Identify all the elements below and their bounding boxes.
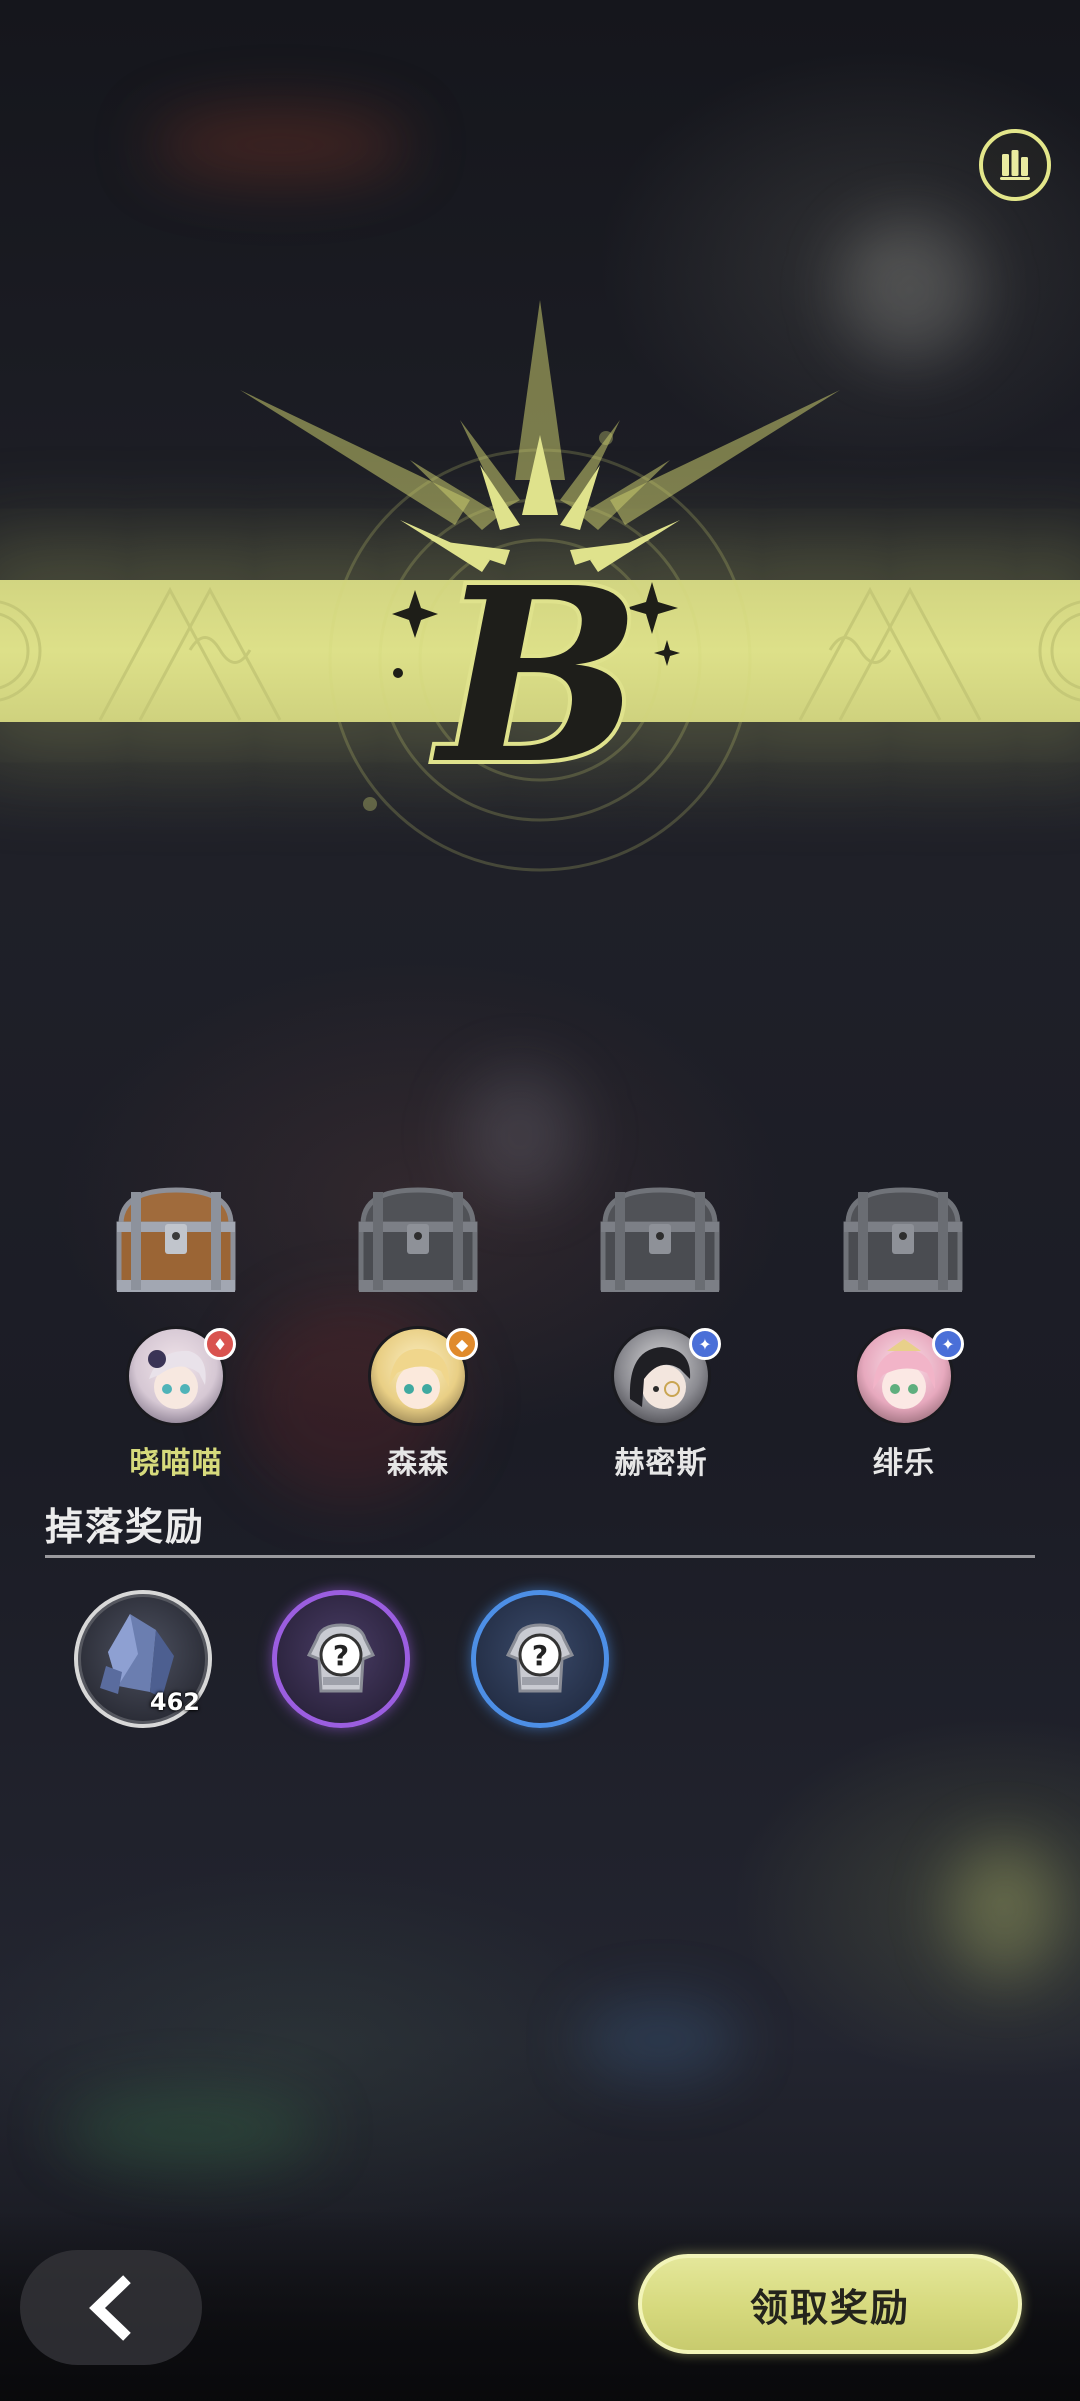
element-fire-icon: ♦: [204, 1328, 236, 1360]
character-slot[interactable]: ♦ 晓喵喵: [76, 1326, 276, 1481]
character-name: 绯乐: [873, 1446, 935, 1481]
treasure-chest-gold-icon: [116, 1187, 236, 1292]
result-screen: B ♦ 晓喵喵 ◆ 森森 ✦ 赫密斯 ✦ 绯乐 掉落奖励 462 ? ? 领取奖…: [0, 0, 1080, 2401]
character-slot[interactable]: ✦ 赫密斯: [561, 1326, 761, 1481]
character-name: 赫密斯: [614, 1446, 708, 1481]
character-slot[interactable]: ✦ 绯乐: [804, 1326, 1004, 1481]
rewards-title: 掉落奖励: [45, 1505, 206, 1549]
rewards-divider: [45, 1555, 1035, 1558]
background-blur: [60, 2090, 320, 2170]
stats-button[interactable]: [979, 129, 1051, 201]
svg-text:?: ?: [532, 1639, 548, 1672]
background-blur: [840, 220, 980, 360]
chevron-left-icon: [89, 2274, 131, 2341]
background-blur: [950, 1840, 1060, 1980]
treasure-chest-grey-icon: [600, 1187, 720, 1292]
element-water-icon: ✦: [932, 1328, 964, 1360]
reward-count: 462: [149, 1688, 200, 1716]
mystery-armor-icon: ?: [306, 1623, 376, 1693]
bar-chart-icon: [1000, 150, 1030, 180]
treasure-chest-grey-icon: [358, 1187, 478, 1292]
element-water-icon: ✦: [689, 1328, 721, 1360]
mystery-armor-icon: ?: [505, 1623, 575, 1693]
treasure-chest-grey-icon: [843, 1187, 963, 1292]
background-blur: [580, 2000, 740, 2080]
character-name: 森森: [387, 1446, 449, 1481]
grade-letter: B: [433, 535, 642, 817]
grade-emblem: B: [240, 300, 840, 872]
background-blur: [150, 110, 410, 180]
back-button[interactable]: [20, 2250, 202, 2365]
reward-item[interactable]: 462: [74, 1590, 212, 1728]
reward-item[interactable]: ?: [471, 1590, 609, 1728]
claim-rewards-button[interactable]: 领取奖励: [638, 2254, 1022, 2354]
background-blur: [460, 1070, 580, 1200]
character-name: 晓喵喵: [129, 1446, 223, 1481]
reward-item[interactable]: ?: [272, 1590, 410, 1728]
element-rock-icon: ◆: [446, 1328, 478, 1360]
character-slot[interactable]: ◆ 森森: [318, 1326, 518, 1481]
svg-text:?: ?: [333, 1639, 349, 1672]
